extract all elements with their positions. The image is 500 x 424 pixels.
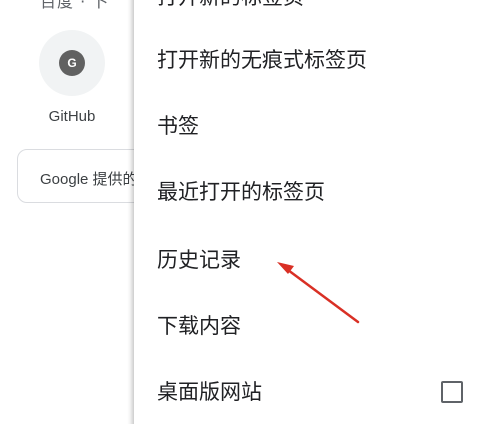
search-box-text: Google 提供的	[40, 171, 138, 188]
menu-item-label: 历史记录	[157, 248, 241, 272]
menu-item-desktop-site[interactable]: 桌面版网站	[134, 363, 500, 419]
shortcut-label: GitHub	[48, 108, 96, 125]
menu-item-label: 最近打开的标签页	[157, 180, 325, 204]
menu-item-label: 打开新的标签页	[157, 0, 304, 11]
menu-item-label: 打开新的无痕式标签页	[157, 48, 367, 72]
shortcut-label-partial: 百度 · 卜	[40, 0, 110, 11]
desktop-site-checkbox[interactable]	[441, 381, 463, 403]
menu-item-recent-tabs[interactable]: 最近打开的标签页	[134, 163, 500, 219]
menu-item-new-incognito-tab[interactable]: 打开新的无痕式标签页	[134, 31, 500, 87]
shortcut-tile-github[interactable]: G GitHub	[39, 30, 105, 125]
menu-item-label: 桌面版网站	[157, 380, 262, 404]
shortcut-circle: G	[39, 30, 105, 96]
github-favicon-icon: G	[59, 50, 85, 76]
menu-item-bookmarks[interactable]: 书签	[134, 97, 500, 153]
overflow-menu: 打开新的标签页 打开新的无痕式标签页 书签 最近打开的标签页 历史记录 下载内容…	[134, 0, 500, 424]
chrome-new-tab-page: 百度 · 卜 G GitHub Google 提供的 打开新的标签页 打开新的无…	[0, 0, 500, 424]
menu-item-downloads[interactable]: 下载内容	[134, 297, 500, 353]
menu-item-label: 书签	[157, 114, 199, 138]
menu-item-new-tab[interactable]: 打开新的标签页	[134, 0, 500, 24]
menu-item-history[interactable]: 历史记录	[134, 231, 500, 287]
menu-item-label: 下载内容	[157, 314, 241, 338]
